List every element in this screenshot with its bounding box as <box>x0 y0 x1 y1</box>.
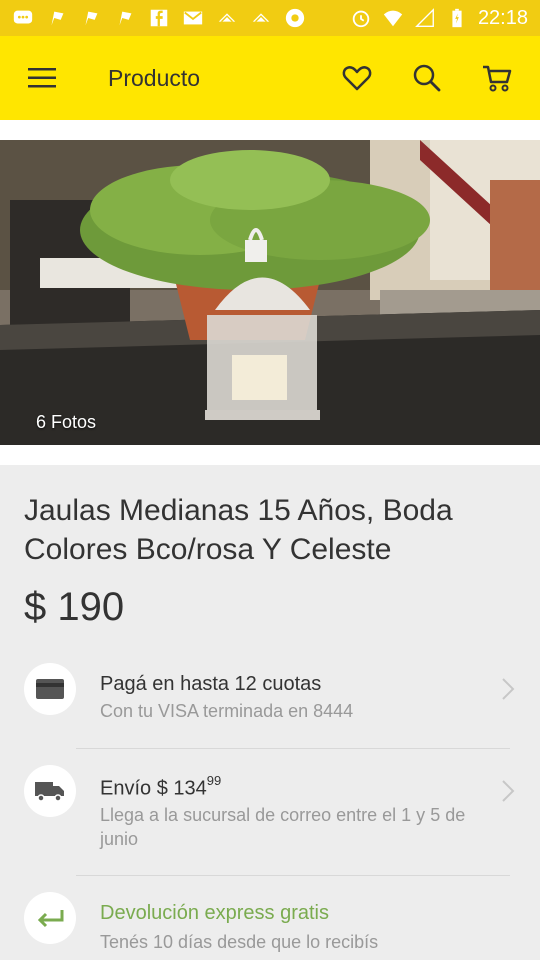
wifi-icon <box>382 7 404 29</box>
shipping-price: Envío $ 134 <box>100 777 207 800</box>
cloud-icon <box>216 7 238 29</box>
payment-title: Pagá en hasta 12 cuotas <box>100 673 322 695</box>
divider <box>76 875 510 876</box>
battery-icon <box>446 7 468 29</box>
returns-subtitle: Tenés 10 días desde que lo recibís <box>100 932 379 952</box>
favorite-button[interactable] <box>330 51 384 105</box>
shipping-price-cents: 99 <box>206 773 222 788</box>
flag-icon <box>114 7 136 29</box>
shipping-icon-circle <box>24 765 76 817</box>
page-title: Producto <box>108 64 201 91</box>
cart-button[interactable] <box>470 51 524 105</box>
flag-icon <box>46 7 68 29</box>
product-price: $ 190 <box>24 585 125 629</box>
payment-subtitle: Con tu VISA terminada en 8444 <box>100 701 354 721</box>
photo-count: 6 Fotos <box>36 412 97 432</box>
gmail-icon <box>182 7 204 29</box>
facebook-icon <box>148 7 170 29</box>
app-bar: Producto <box>0 36 540 120</box>
chat-icon <box>12 7 34 29</box>
flag-icon <box>80 7 102 29</box>
truck-icon <box>35 782 64 802</box>
product-info: Jaulas Medianas 15 Años, Boda Colores Bc… <box>0 465 540 960</box>
chrome-icon <box>284 7 306 29</box>
product-title: Jaulas Medianas 15 Años, Boda Colores Bc… <box>24 494 453 566</box>
returns-row: Devolución express gratis Tenés 10 días … <box>0 890 540 960</box>
payment-row[interactable]: Pagá en hasta 12 cuotas Con tu VISA term… <box>0 661 540 751</box>
product-photo[interactable]: 6 Fotos <box>0 140 540 445</box>
photo-gallery: 6 Fotos <box>0 120 540 465</box>
notification-icons <box>12 7 350 29</box>
search-icon <box>413 64 441 92</box>
search-button[interactable] <box>400 51 454 105</box>
menu-button[interactable] <box>0 36 84 120</box>
cart-icon <box>483 65 512 92</box>
heart-icon <box>342 66 372 91</box>
credit-card-icon <box>36 679 64 699</box>
chevron-right-icon <box>502 780 515 802</box>
chevron-right-icon <box>502 678 515 700</box>
return-arrow-icon <box>37 910 64 928</box>
shipping-row[interactable]: Envío $ 13499 Llega a la sucursal de cor… <box>0 763 540 873</box>
shipping-subtitle: Llega a la sucursal de correo entre el 1… <box>100 805 466 849</box>
product-image <box>0 140 540 445</box>
hamburger-icon <box>28 68 56 88</box>
returns-icon-circle <box>24 892 76 944</box>
returns-title: Devolución express gratis <box>100 902 329 924</box>
alarm-icon <box>350 7 372 29</box>
divider <box>76 748 510 749</box>
cloud-icon <box>250 7 272 29</box>
signal-icon <box>414 7 436 29</box>
status-bar: 22:18 <box>0 0 540 36</box>
shipping-title: Envío $ 13499 <box>100 773 222 801</box>
payment-icon-circle <box>24 663 76 715</box>
status-time: 22:18 <box>477 6 528 29</box>
